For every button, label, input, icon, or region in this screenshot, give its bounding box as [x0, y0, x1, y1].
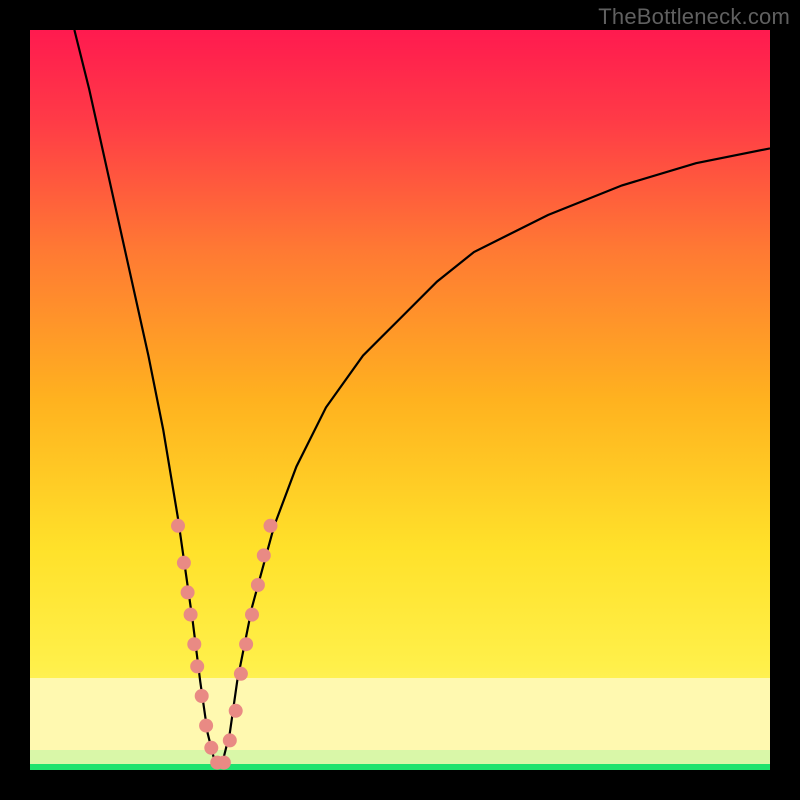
highlight-dot	[234, 667, 248, 681]
pre-green-band	[30, 750, 770, 764]
highlight-dot	[264, 519, 278, 533]
green-baseline	[30, 764, 770, 770]
gradient-background	[30, 30, 770, 770]
highlight-dot	[251, 578, 265, 592]
highlight-dot	[239, 637, 253, 651]
highlight-dot	[217, 756, 231, 770]
watermark-text: TheBottleneck.com	[598, 4, 790, 30]
highlight-dot	[181, 585, 195, 599]
plot-area	[30, 30, 770, 770]
highlight-dot	[195, 689, 209, 703]
highlight-dot	[204, 741, 218, 755]
highlight-dot	[223, 733, 237, 747]
highlight-dot	[229, 704, 243, 718]
highlight-dot	[245, 608, 259, 622]
highlight-dot	[171, 519, 185, 533]
highlight-dot	[184, 608, 198, 622]
highlight-dot	[190, 659, 204, 673]
plot-svg	[30, 30, 770, 770]
highlight-dot	[257, 548, 271, 562]
highlight-dot	[177, 556, 191, 570]
highlight-dot	[187, 637, 201, 651]
chart-frame: TheBottleneck.com	[0, 0, 800, 800]
highlight-dot	[199, 719, 213, 733]
lower-band	[30, 678, 770, 750]
